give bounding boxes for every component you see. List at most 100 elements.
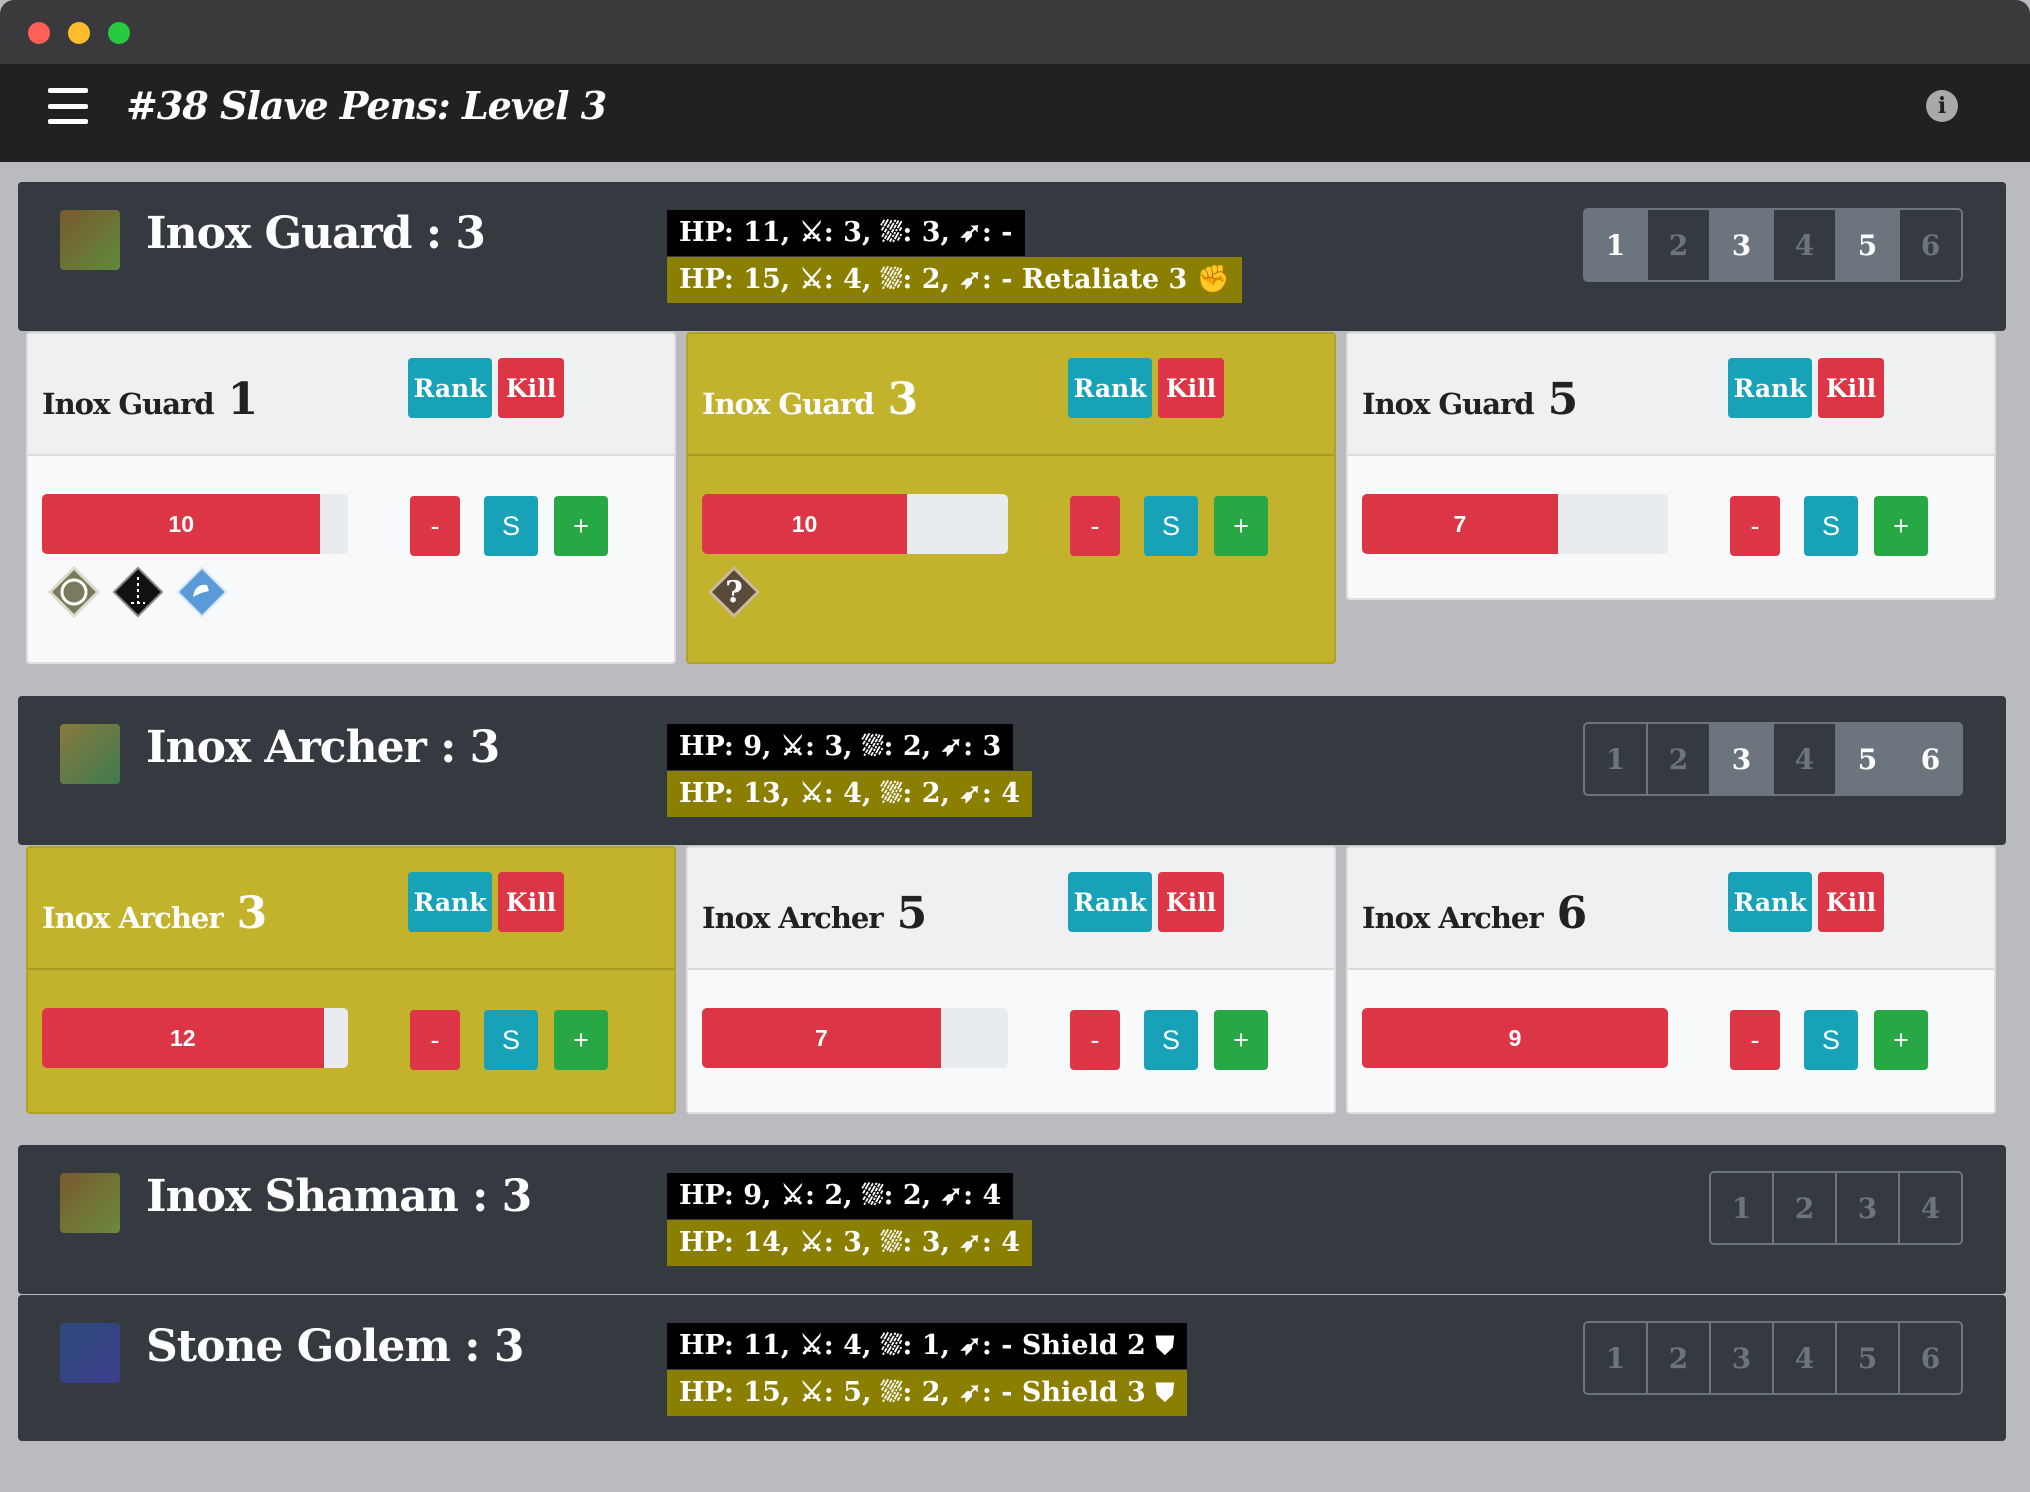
- unknown-icon[interactable]: ?: [702, 560, 766, 624]
- disarm-icon[interactable]: [42, 560, 106, 624]
- card-title: Inox Archer 5: [702, 888, 928, 939]
- rank-button[interactable]: Rank: [1068, 358, 1152, 418]
- monster-portrait: [60, 1173, 120, 1233]
- standee-button-1[interactable]: 1: [1583, 722, 1648, 796]
- normal-stats: HP: 11, ⚔: 4, ⛆: 1, ➶: - Shield 2 ⛊: [667, 1323, 1187, 1369]
- standee-button-1[interactable]: 1: [1709, 1171, 1774, 1245]
- standee-number: 6: [1556, 888, 1588, 939]
- hamburger-icon[interactable]: [48, 88, 88, 124]
- decrease-hp-button[interactable]: -: [1070, 1010, 1120, 1070]
- kill-button[interactable]: Kill: [1818, 358, 1884, 418]
- standee-button-5[interactable]: 5: [1835, 208, 1900, 282]
- standee-button-3[interactable]: 3: [1709, 208, 1774, 282]
- decrease-hp-button[interactable]: -: [1070, 496, 1120, 556]
- monster-card: Inox Archer 3 Rank Kill 12 - S +: [26, 846, 676, 1114]
- rank-button[interactable]: Rank: [408, 358, 492, 418]
- increase-hp-button[interactable]: +: [554, 1010, 608, 1070]
- kill-button[interactable]: Kill: [1818, 872, 1884, 932]
- standee-button-2[interactable]: 2: [1646, 1321, 1711, 1395]
- status-button[interactable]: S: [1144, 1010, 1198, 1070]
- standee-number: 3: [887, 374, 919, 425]
- standee-button-2[interactable]: 2: [1772, 1171, 1837, 1245]
- health-bar: 7: [702, 1008, 1008, 1068]
- rank-button[interactable]: Rank: [1728, 358, 1812, 418]
- kill-button[interactable]: Kill: [498, 872, 564, 932]
- standee-button-1[interactable]: 1: [1583, 208, 1648, 282]
- scenario-title: #38 Slave Pens: Level 3: [126, 83, 607, 128]
- standee-number: 1: [227, 374, 259, 425]
- decrease-hp-button[interactable]: -: [410, 1010, 460, 1070]
- minimize-window-button[interactable]: [68, 22, 90, 44]
- rank-button[interactable]: Rank: [408, 872, 492, 932]
- health-fill: 10: [42, 494, 321, 554]
- standee-button-6[interactable]: 6: [1898, 1321, 1963, 1395]
- status-button[interactable]: S: [1804, 1010, 1858, 1070]
- condition-list: ?: [702, 560, 766, 624]
- card-title: Inox Guard 5: [1362, 374, 1579, 425]
- kill-button[interactable]: Kill: [1158, 872, 1224, 932]
- card-title: Inox Archer 6: [1362, 888, 1588, 939]
- status-button[interactable]: S: [484, 496, 538, 556]
- health-bar: 10: [42, 494, 348, 554]
- kill-button[interactable]: Kill: [498, 358, 564, 418]
- decrease-hp-button[interactable]: -: [410, 496, 460, 556]
- elite-stats: HP: 15, ⚔: 4, ⛆: 2, ➶: - Retaliate 3 ✊: [667, 257, 1243, 303]
- card-title: Inox Guard 1: [42, 374, 259, 425]
- elite-stats: HP: 15, ⚔: 5, ⛆: 2, ➶: - Shield 3 ⛊: [667, 1370, 1187, 1416]
- standee-button-4[interactable]: 4: [1772, 208, 1837, 282]
- monster-label: Inox Archer: [42, 901, 224, 935]
- standee-button-4[interactable]: 4: [1898, 1171, 1963, 1245]
- card-header: Inox Guard 1 Rank Kill: [28, 334, 674, 456]
- rank-button[interactable]: Rank: [1728, 872, 1812, 932]
- standee-button-6[interactable]: 6: [1898, 208, 1963, 282]
- close-window-button[interactable]: [28, 22, 50, 44]
- card-header: Inox Archer 3 Rank Kill: [28, 848, 674, 970]
- status-button[interactable]: S: [484, 1010, 538, 1070]
- standee-button-3[interactable]: 3: [1835, 1171, 1900, 1245]
- health-bar: 7: [1362, 494, 1668, 554]
- standee-selector: 123456: [1583, 722, 1963, 796]
- standee-button-6[interactable]: 6: [1898, 722, 1963, 796]
- health-fill: 10: [702, 494, 908, 554]
- immobilize-icon[interactable]: [106, 560, 170, 624]
- increase-hp-button[interactable]: +: [1874, 496, 1928, 556]
- info-icon[interactable]: i: [1926, 90, 1958, 122]
- card-title: Inox Guard 3: [702, 374, 919, 425]
- standee-selector: 1234: [1709, 1171, 1963, 1245]
- status-button[interactable]: S: [1804, 496, 1858, 556]
- monster-label: Inox Archer: [1362, 901, 1544, 935]
- monster-card: Inox Guard 3 Rank Kill 10 - S +?: [686, 332, 1336, 664]
- monster-card: Inox Archer 5 Rank Kill 7 - S +: [686, 846, 1336, 1114]
- strengthen-icon[interactable]: [170, 560, 234, 624]
- maximize-window-button[interactable]: [108, 22, 130, 44]
- standee-button-4[interactable]: 4: [1772, 722, 1837, 796]
- decrease-hp-button[interactable]: -: [1730, 1010, 1780, 1070]
- monster-name: Inox Archer : 3: [146, 722, 500, 773]
- condition-list: [42, 560, 234, 624]
- status-button[interactable]: S: [1144, 496, 1198, 556]
- standee-button-3[interactable]: 3: [1709, 722, 1774, 796]
- standee-number: 5: [896, 888, 928, 939]
- kill-button[interactable]: Kill: [1158, 358, 1224, 418]
- standee-button-5[interactable]: 5: [1835, 1321, 1900, 1395]
- standee-button-3[interactable]: 3: [1709, 1321, 1774, 1395]
- increase-hp-button[interactable]: +: [1214, 496, 1268, 556]
- rank-button[interactable]: Rank: [1068, 872, 1152, 932]
- increase-hp-button[interactable]: +: [554, 496, 608, 556]
- standee-button-4[interactable]: 4: [1772, 1321, 1837, 1395]
- decrease-hp-button[interactable]: -: [1730, 496, 1780, 556]
- standee-button-5[interactable]: 5: [1835, 722, 1900, 796]
- monster-label: Inox Guard: [42, 387, 215, 421]
- standee-number: 5: [1547, 374, 1579, 425]
- monster-name: Inox Shaman : 3: [146, 1171, 532, 1222]
- card-title: Inox Archer 3: [42, 888, 267, 939]
- monster-portrait: [60, 724, 120, 784]
- increase-hp-button[interactable]: +: [1214, 1010, 1268, 1070]
- increase-hp-button[interactable]: +: [1874, 1010, 1928, 1070]
- svg-text:?: ?: [725, 575, 743, 610]
- normal-stats: HP: 9, ⚔: 2, ⛆: 2, ➶: 4: [667, 1173, 1014, 1219]
- standee-button-1[interactable]: 1: [1583, 1321, 1648, 1395]
- standee-button-2[interactable]: 2: [1646, 722, 1711, 796]
- card-header: Inox Guard 5 Rank Kill: [1348, 334, 1994, 456]
- standee-button-2[interactable]: 2: [1646, 208, 1711, 282]
